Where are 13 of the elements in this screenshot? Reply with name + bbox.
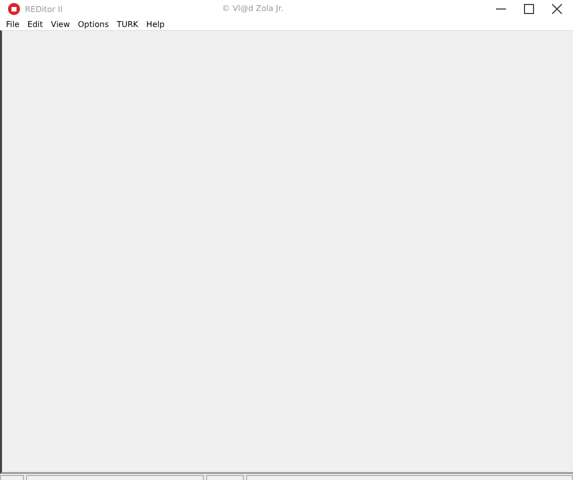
status-panel	[206, 475, 244, 480]
menu-item[interactable]: Help	[146, 20, 165, 28]
menu-item[interactable]: TURK	[116, 20, 138, 28]
maximize-icon[interactable]	[524, 4, 534, 14]
menu-item[interactable]: Options	[78, 20, 109, 28]
menu-item[interactable]: File	[6, 20, 20, 28]
menu-item[interactable]: Edit	[27, 20, 43, 28]
close-icon[interactable]	[552, 4, 562, 14]
status-panel	[0, 475, 24, 480]
window-title: REDitor II	[25, 4, 63, 14]
app-logo-icon	[8, 3, 20, 15]
menu-item[interactable]: View	[50, 20, 70, 28]
window-subtitle: © Vl@d Zola Jr.	[222, 4, 284, 13]
